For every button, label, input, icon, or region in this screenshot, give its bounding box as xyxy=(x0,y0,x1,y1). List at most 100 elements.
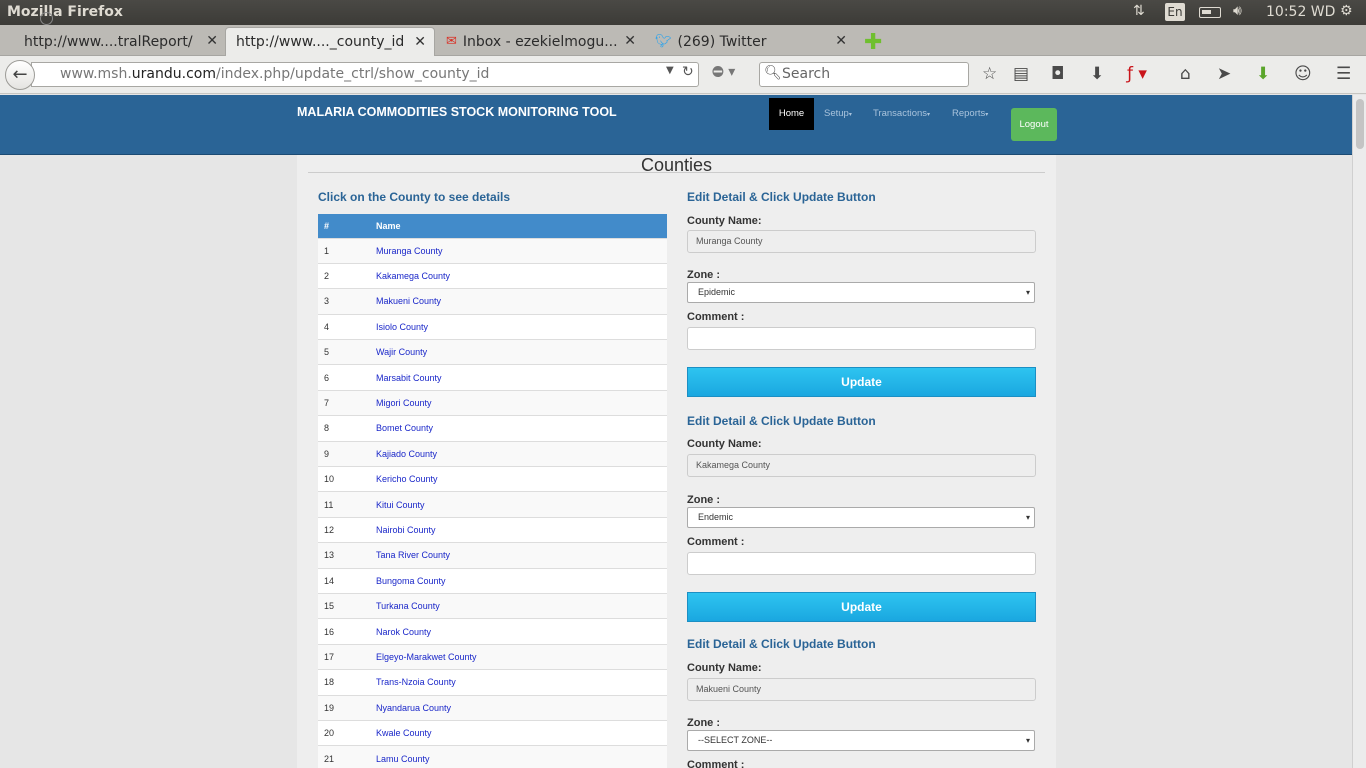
tab-show-county-id[interactable]: http://www...._county_id ✕ xyxy=(225,27,435,56)
logout-button[interactable]: Logout xyxy=(1011,108,1057,141)
pocket-icon[interactable]: ◘ xyxy=(1051,64,1064,84)
table-row[interactable]: 8 Bomet County xyxy=(318,415,667,442)
reload-icon[interactable]: ↻ xyxy=(682,64,694,80)
table-row[interactable]: 2 Kakamega County xyxy=(318,262,667,289)
county-name-link[interactable]: Lamu County xyxy=(370,745,667,768)
keyboard-layout-indicator[interactable]: En xyxy=(1165,3,1185,21)
gear-icon[interactable]: ⚙ xyxy=(1340,3,1353,19)
table-row[interactable]: 9 Kajiado County xyxy=(318,440,667,467)
close-icon[interactable]: ✕ xyxy=(624,33,636,49)
comment-field[interactable] xyxy=(687,552,1036,575)
close-icon[interactable]: ✕ xyxy=(835,33,847,49)
table-row[interactable]: 17 Elgeyo-Marakwet County xyxy=(318,643,667,670)
county-name-link[interactable]: Bomet County xyxy=(370,415,667,442)
table-row[interactable]: 20 Kwale County xyxy=(318,719,667,746)
send-icon[interactable]: ➤ xyxy=(1217,64,1231,84)
table-row[interactable]: 12 Nairobi County xyxy=(318,516,667,543)
county-number: 20 xyxy=(318,719,370,746)
new-tab-plus-icon[interactable]: ✚ xyxy=(864,30,882,55)
bookmark-star-icon[interactable]: ☆ xyxy=(982,64,997,84)
county-name-link[interactable]: Wajir County xyxy=(370,339,667,365)
zone-select[interactable]: Endemic ▾ xyxy=(687,507,1035,528)
search-icon: 🔍︎ xyxy=(764,65,782,81)
county-name-link[interactable]: Marsabit County xyxy=(370,364,667,391)
table-row[interactable]: 6 Marsabit County xyxy=(318,364,667,391)
nav-reports-dropdown[interactable]: Reports▾ xyxy=(952,108,988,119)
county-name-field[interactable]: Makueni County xyxy=(687,678,1036,701)
scrollbar-thumb[interactable] xyxy=(1356,99,1364,149)
county-name-link[interactable]: Trans-Nzoia County xyxy=(370,669,667,696)
nav-home[interactable]: Home xyxy=(769,98,814,130)
table-row[interactable]: 18 Trans-Nzoia County xyxy=(318,669,667,696)
download-helper-icon[interactable]: ⬇ xyxy=(1256,64,1270,84)
comment-label: Comment : xyxy=(687,759,745,768)
url-history-dropdown-icon[interactable]: ▼ xyxy=(666,65,674,76)
county-name-link[interactable]: Turkana County xyxy=(370,592,667,619)
table-row[interactable]: 13 Tana River County xyxy=(318,542,667,569)
tab-central-report[interactable]: http://www....tralReport/ ✕ xyxy=(14,27,226,56)
zone-select[interactable]: --SELECT ZONE-- ▾ xyxy=(687,730,1035,751)
table-row[interactable]: 10 Kericho County xyxy=(318,466,667,492)
county-number: 19 xyxy=(318,694,370,721)
table-row[interactable]: 5 Wajir County xyxy=(318,339,667,365)
county-number: 2 xyxy=(318,262,370,289)
table-row[interactable]: 19 Nyandarua County xyxy=(318,694,667,721)
table-row[interactable]: 3 Makueni County xyxy=(318,288,667,315)
url-bar[interactable]: www.msh.urandu.com/index.php/update_ctrl… xyxy=(31,62,699,87)
home-icon[interactable]: ⌂ xyxy=(1180,64,1191,84)
nav-setup-dropdown[interactable]: Setup▾ xyxy=(824,108,852,119)
county-name-link[interactable]: Bungoma County xyxy=(370,567,667,594)
county-name-link[interactable]: Tana River County xyxy=(370,542,667,569)
county-name-link[interactable]: Kitui County xyxy=(370,491,667,518)
county-name-link[interactable]: Kakamega County xyxy=(370,262,667,289)
nav-transactions-dropdown[interactable]: Transactions▾ xyxy=(873,108,930,119)
table-row[interactable]: 1 Muranga County xyxy=(318,237,667,264)
comment-field[interactable] xyxy=(687,327,1036,350)
county-name-link[interactable]: Isiolo County xyxy=(370,313,667,340)
downloads-icon[interactable]: ⬇ xyxy=(1090,64,1104,84)
county-name-link[interactable]: Kwale County xyxy=(370,719,667,746)
table-row[interactable]: 21 Lamu County xyxy=(318,745,667,768)
county-name-link[interactable]: Muranga County xyxy=(370,237,667,264)
table-row[interactable]: 16 Narok County xyxy=(318,618,667,645)
back-button[interactable]: ← xyxy=(5,60,35,90)
network-icon[interactable]: ⇅ xyxy=(1133,3,1145,19)
county-name-field[interactable]: Kakamega County xyxy=(687,454,1036,477)
tab-gmail-inbox[interactable]: ✉ Inbox - ezekielmogu... ✕ xyxy=(436,27,644,56)
url-prefix: www.msh. xyxy=(60,66,132,82)
county-name-field[interactable]: Muranga County xyxy=(687,230,1036,253)
battery-icon[interactable] xyxy=(1199,7,1221,18)
county-name-link[interactable]: Narok County xyxy=(370,618,667,645)
close-icon[interactable]: ✕ xyxy=(206,33,218,49)
comment-label: Comment : xyxy=(687,311,745,323)
table-row[interactable]: 7 Migori County xyxy=(318,389,667,416)
clock[interactable]: 10:52 WD xyxy=(1266,4,1335,20)
update-button[interactable]: Update xyxy=(687,592,1036,622)
site-identity-icon[interactable] xyxy=(40,12,53,25)
update-button[interactable]: Update xyxy=(687,367,1036,397)
county-number: 11 xyxy=(318,491,370,518)
county-name-link[interactable]: Nairobi County xyxy=(370,516,667,543)
zone-label: Zone : xyxy=(687,494,720,506)
search-input[interactable]: Search xyxy=(759,62,969,87)
chat-icon[interactable]: ☺ xyxy=(1294,64,1312,84)
county-name-link[interactable]: Kericho County xyxy=(370,466,667,492)
county-name-link[interactable]: Elgeyo-Marakwet County xyxy=(370,643,667,670)
table-row[interactable]: 4 Isiolo County xyxy=(318,313,667,340)
page-scrollbar[interactable] xyxy=(1352,95,1366,768)
table-row[interactable]: 11 Kitui County xyxy=(318,491,667,518)
reading-list-icon[interactable]: ▤ xyxy=(1013,64,1029,84)
addon-blocked-icon[interactable]: ⛔︎ ▾ xyxy=(712,64,735,80)
table-row[interactable]: 14 Bungoma County xyxy=(318,567,667,594)
table-row[interactable]: 15 Turkana County xyxy=(318,592,667,619)
menu-icon[interactable]: ☰ xyxy=(1336,64,1351,84)
county-name-link[interactable]: Kajiado County xyxy=(370,440,667,467)
tab-twitter[interactable]: 🐦︎ (269) Twitter ✕ xyxy=(645,27,855,56)
county-name-link[interactable]: Migori County xyxy=(370,389,667,416)
zone-select[interactable]: Epidemic ▾ xyxy=(687,282,1035,303)
county-name-link[interactable]: Nyandarua County xyxy=(370,694,667,721)
close-icon[interactable]: ✕ xyxy=(414,34,426,50)
volume-icon[interactable]: 🔊︎ xyxy=(1233,3,1242,19)
county-name-link[interactable]: Makueni County xyxy=(370,288,667,315)
flash-plugin-icon[interactable]: ƒ ▾ xyxy=(1127,64,1147,84)
